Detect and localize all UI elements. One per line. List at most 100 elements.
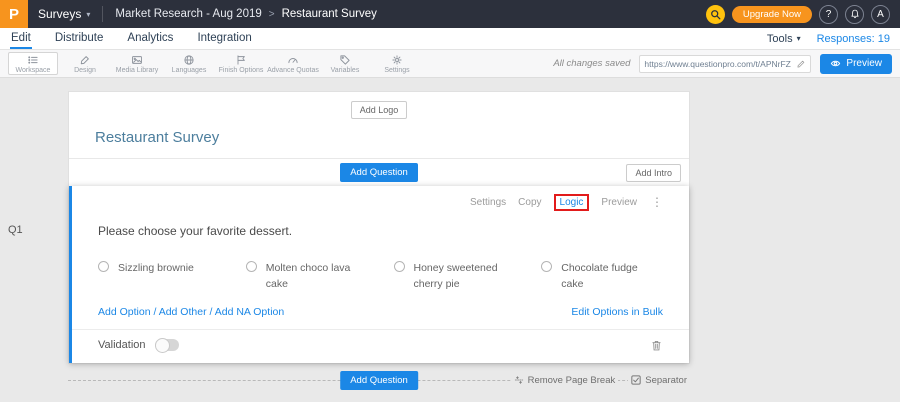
survey-header: Add Logo Restaurant Survey <box>69 92 689 146</box>
question-actions: Settings Copy Logic Preview ⋮ <box>72 186 689 209</box>
gear-icon <box>391 54 403 66</box>
radio-icon[interactable] <box>541 261 552 272</box>
topbar: P Surveys ▾ Market Research - Aug 2019 >… <box>0 0 900 28</box>
search-icon <box>710 9 721 20</box>
tools-label: Tools <box>767 33 793 45</box>
option-label: Molten choco lava cake <box>266 260 354 293</box>
add-logo-button[interactable]: Add Logo <box>351 101 408 119</box>
tab-edit[interactable]: Edit <box>10 28 32 49</box>
toolbar-item-workspace[interactable]: Workspace <box>8 52 58 75</box>
upgrade-now-button[interactable]: Upgrade Now <box>732 6 812 23</box>
add-question-button[interactable]: Add Question <box>340 163 418 182</box>
tab-distribute[interactable]: Distribute <box>54 28 105 49</box>
breadcrumb-parent[interactable]: Market Research - Aug 2019 <box>115 8 261 20</box>
radio-icon[interactable] <box>98 261 109 272</box>
validation-toggle[interactable] <box>155 339 179 351</box>
topbar-left: P Surveys ▾ Market Research - Aug 2019 >… <box>0 0 377 28</box>
option-label: Chocolate fudge cake <box>561 260 649 293</box>
question-settings-link[interactable]: Settings <box>470 197 506 208</box>
notifications-button[interactable] <box>845 5 864 24</box>
toolbar-item-variables[interactable]: Variables <box>320 50 370 77</box>
preview-button[interactable]: Preview <box>820 54 892 74</box>
toolbar-item-finish-options[interactable]: Finish Options <box>216 50 266 77</box>
add-question-button-bottom[interactable]: Add Question <box>340 371 418 390</box>
tab-analytics[interactable]: Analytics <box>126 28 174 49</box>
option-chocolate-fudge-cake[interactable]: Chocolate fudge cake <box>541 260 689 293</box>
breadcrumb-current: Restaurant Survey <box>282 8 377 20</box>
toolbar-item-media-library[interactable]: Media Library <box>112 50 162 77</box>
page-break-controls: Remove Page Break Separator <box>511 373 690 387</box>
breadcrumb-separator: > <box>269 9 275 20</box>
surveys-dropdown-label: Surveys <box>38 7 81 21</box>
gauge-icon <box>287 54 299 66</box>
checkbox-checked-icon <box>631 375 641 385</box>
separator-checkbox-control[interactable]: Separator <box>628 373 690 387</box>
tab-integration[interactable]: Integration <box>196 28 252 49</box>
surveys-dropdown[interactable]: Surveys ▾ <box>38 7 90 21</box>
survey-url-input[interactable] <box>644 59 793 69</box>
toolbar-item-label: Advance Quotas <box>267 67 319 74</box>
radio-icon[interactable] <box>246 261 257 272</box>
nav-tabs: Edit Distribute Analytics Integration <box>10 28 253 49</box>
question-text[interactable]: Please choose your favorite dessert. <box>98 224 689 238</box>
option-label: Honey sweetened cherry pie <box>414 260 502 293</box>
globe-icon <box>183 54 195 66</box>
topbar-right: Upgrade Now ? A <box>706 5 900 24</box>
toolbar-right: All changes saved Preview <box>553 54 892 74</box>
image-icon <box>131 54 143 66</box>
survey-toolbar: Workspace Design Media Library Languages… <box>0 50 900 78</box>
edit-url-pencil-icon[interactable] <box>796 59 806 69</box>
toolbar-item-label: Workspace <box>16 67 51 74</box>
toolbar-items: Workspace Design Media Library Languages… <box>8 50 422 77</box>
question-number-label: Q1 <box>8 224 23 236</box>
kebab-menu-icon[interactable]: ⋮ <box>651 195 663 209</box>
survey-canvas: Q1 Add Logo Restaurant Survey Add Questi… <box>0 78 900 402</box>
survey-url-box <box>639 55 811 73</box>
toolbar-item-label: Settings <box>384 67 409 74</box>
question-preview-link[interactable]: Preview <box>601 197 637 208</box>
question-copy-link[interactable]: Copy <box>518 197 541 208</box>
separator-label: Separator <box>645 375 687 386</box>
edit-options-in-bulk-link[interactable]: Edit Options in Bulk <box>571 306 663 318</box>
toolbar-item-languages[interactable]: Languages <box>164 50 214 77</box>
questionpro-logo[interactable]: P <box>0 0 28 28</box>
delete-question-trash-icon[interactable] <box>650 339 663 352</box>
remove-page-break-button[interactable]: Remove Page Break <box>511 373 619 387</box>
toolbar-item-advance-quotas[interactable]: Advance Quotas <box>268 50 318 77</box>
survey-actions-row: Add Question Add Intro <box>69 158 689 186</box>
toolbar-item-label: Media Library <box>116 67 158 74</box>
tag-icon <box>339 54 351 66</box>
survey-card: Add Logo Restaurant Survey Add Question … <box>68 91 690 364</box>
responses-count[interactable]: Responses: 19 <box>817 33 890 45</box>
question-logic-link-highlighted[interactable]: Logic <box>554 194 590 211</box>
questionpro-app: P Surveys ▾ Market Research - Aug 2019 >… <box>0 0 900 402</box>
toolbar-item-label: Variables <box>331 67 360 74</box>
question-footer: Validation <box>72 330 689 363</box>
workspace-icon <box>27 54 39 66</box>
save-status: All changes saved <box>553 58 630 69</box>
preview-button-label: Preview <box>846 58 882 69</box>
chevron-down-icon: ▾ <box>86 10 90 19</box>
radio-icon[interactable] <box>394 261 405 272</box>
add-option-links[interactable]: Add Option / Add Other / Add NA Option <box>98 306 284 318</box>
page-break-row: Add Question Remove Page Break Separator <box>68 371 690 389</box>
add-intro-button[interactable]: Add Intro <box>626 164 681 182</box>
help-button[interactable]: ? <box>819 5 838 24</box>
toolbar-item-label: Design <box>74 67 96 74</box>
remove-page-break-label: Remove Page Break <box>528 375 616 386</box>
flag-icon <box>235 54 247 66</box>
tools-dropdown[interactable]: Tools ▾ <box>767 33 801 45</box>
option-honey-sweetened-cherry-pie[interactable]: Honey sweetened cherry pie <box>394 260 542 293</box>
option-molten-choco-lava-cake[interactable]: Molten choco lava cake <box>246 260 394 293</box>
search-button[interactable] <box>706 5 725 24</box>
toolbar-item-design[interactable]: Design <box>60 50 110 77</box>
survey-title: Restaurant Survey <box>95 129 689 146</box>
avatar[interactable]: A <box>871 5 890 24</box>
design-brush-icon <box>79 54 91 66</box>
bell-icon <box>849 8 861 20</box>
toolbar-item-settings[interactable]: Settings <box>372 50 422 77</box>
main-nav: Edit Distribute Analytics Integration To… <box>0 28 900 50</box>
nav-right: Tools ▾ Responses: 19 <box>767 28 890 49</box>
question-options: Sizzling brownie Molten choco lava cake … <box>98 260 689 293</box>
option-sizzling-brownie[interactable]: Sizzling brownie <box>98 260 246 293</box>
